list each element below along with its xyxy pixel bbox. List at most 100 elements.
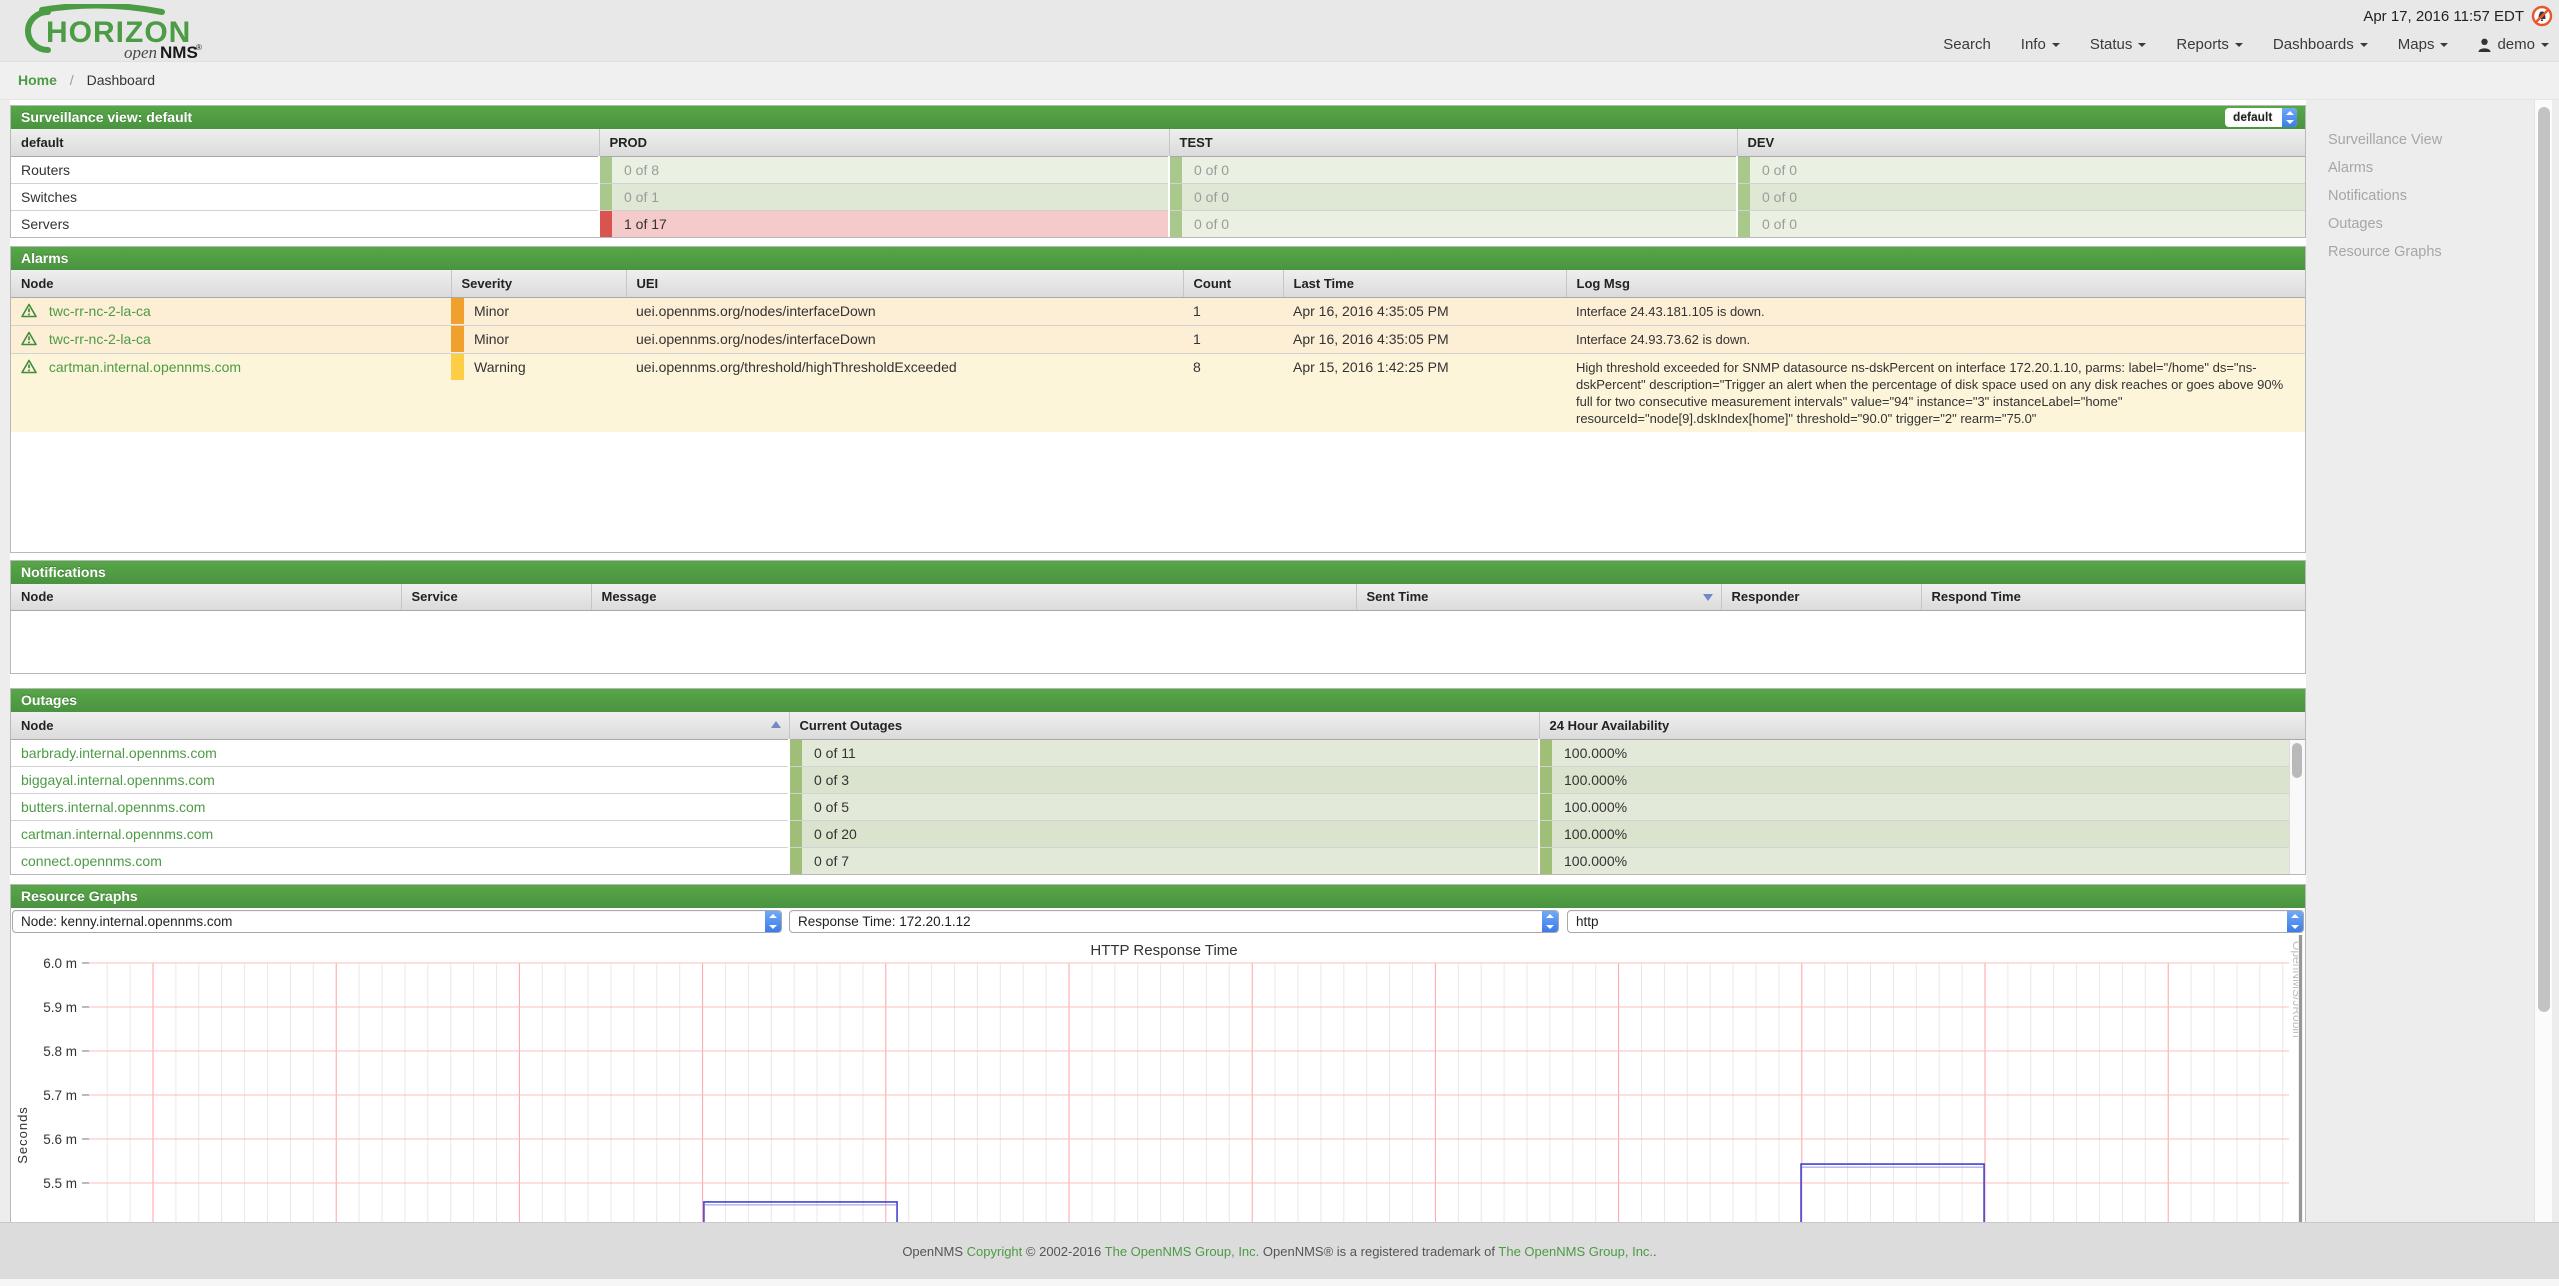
graph-type-select[interactable]: http: [1567, 910, 2304, 933]
select-spinner-icon: [2287, 911, 2303, 932]
sidebar-item-notifications[interactable]: Notifications: [2328, 188, 2442, 203]
status-strip: [1540, 767, 1552, 793]
page-bottom-strip: [0, 1279, 2559, 1286]
status-strip: [1540, 740, 1552, 766]
svg-text:5.8 m: 5.8 m: [43, 1044, 77, 1059]
surveillance-view-panel: Surveillance view: default default defau…: [10, 105, 2306, 238]
breadcrumb-home-link[interactable]: Home: [18, 72, 57, 88]
status-strip: [1170, 211, 1182, 237]
category-label: Routers: [11, 156, 599, 183]
breadcrumb-separator: /: [70, 72, 74, 88]
warning-triangle-icon: [21, 331, 37, 346]
svg-text:5.6 m: 5.6 m: [43, 1132, 77, 1147]
alarm-node-link[interactable]: twc-rr-nc-2-la-ca: [49, 331, 151, 347]
col-header-node[interactable]: Node: [11, 712, 789, 739]
svg-text:6.0 m: 6.0 m: [43, 956, 77, 971]
resource-select[interactable]: Response Time: 172.20.1.12: [789, 910, 1559, 933]
outages-scrollbar[interactable]: [2289, 740, 2305, 874]
col-header-current-outages: Current Outages: [789, 712, 1539, 739]
top-header: HORIZON open NMS ® Apr 17, 2016 11:57 ED…: [0, 0, 2559, 62]
alarm-severity-cell: Minor: [451, 325, 626, 353]
node-select[interactable]: Node: kenny.internal.opennms.com: [12, 910, 782, 933]
alarm-node-link[interactable]: cartman.internal.opennms.com: [49, 359, 241, 375]
scrollbar-thumb[interactable]: [2292, 743, 2302, 778]
footer-copyright-link[interactable]: Copyright: [967, 1244, 1023, 1259]
status-strip: [790, 848, 802, 874]
alarm-count-cell: 1: [1183, 325, 1283, 353]
nav-user-menu[interactable]: demo: [2478, 36, 2549, 53]
nav-info[interactable]: Info: [2021, 36, 2060, 53]
sidebar-item-resource-graphs[interactable]: Resource Graphs: [2328, 244, 2442, 259]
outage-row: biggayal.internal.opennms.com 0 of 3 100…: [11, 766, 2305, 793]
surveillance-cell-critical[interactable]: 1 of 17: [599, 210, 1169, 237]
sidebar-item-surveillance-view[interactable]: Surveillance View: [2328, 132, 2442, 147]
http-response-time-chart: 6.0 m5.9 m5.8 m5.7 m5.6 m5.5 mHTTP Respo…: [11, 935, 2305, 1222]
outage-node-link[interactable]: cartman.internal.opennms.com: [21, 826, 213, 842]
surveillance-cell[interactable]: 0 of 0: [1169, 183, 1737, 210]
outage-node-link[interactable]: connect.opennms.com: [21, 853, 162, 869]
page-footer: OpenNMS Copyright © 2002-2016 The OpenNM…: [0, 1222, 2559, 1279]
alarms-panel-header: Alarms: [11, 247, 2305, 270]
current-datetime: Apr 17, 2016 11:57 EDT: [2363, 8, 2524, 25]
surveillance-cell[interactable]: 0 of 8: [599, 156, 1169, 183]
status-strip: [1170, 157, 1182, 183]
surveillance-row: Routers 0 of 8 0 of 0 0 of 0: [11, 156, 2305, 183]
footer-group-link[interactable]: The OpenNMS Group, Inc.: [1105, 1244, 1260, 1259]
sort-asc-icon: [771, 721, 781, 728]
notifications-panel-header: Notifications: [11, 561, 2305, 584]
sidebar-item-outages[interactable]: Outages: [2328, 216, 2442, 231]
col-header-respond-time: Respond Time: [1921, 584, 2305, 611]
notices-off-icon[interactable]: [2531, 5, 2553, 27]
outage-node-link[interactable]: biggayal.internal.opennms.com: [21, 772, 215, 788]
alarm-row: cartman.internal.opennms.com Warning uei…: [11, 353, 2305, 432]
surveillance-cell[interactable]: 0 of 0: [1737, 210, 2305, 237]
surveillance-row: Switches 0 of 1 0 of 0 0 of 0: [11, 183, 2305, 210]
sidebar-item-alarms[interactable]: Alarms: [2328, 160, 2442, 175]
nav-maps[interactable]: Maps: [2398, 36, 2449, 53]
resource-graphs-panel: Resource Graphs Node: kenny.internal.ope…: [10, 884, 2306, 1222]
footer-text: .: [1653, 1244, 1657, 1259]
footer-group-link[interactable]: The OpenNMS Group, Inc.: [1498, 1244, 1653, 1259]
nav-status[interactable]: Status: [2090, 36, 2147, 53]
dashboard-sidebar: Surveillance View Alarms Notifications O…: [2328, 132, 2442, 272]
outage-node-link[interactable]: barbrady.internal.opennms.com: [21, 745, 217, 761]
col-header-sent-time[interactable]: Sent Time: [1356, 584, 1721, 611]
select-spinner-icon: [765, 911, 781, 932]
alarm-node-cell: twc-rr-nc-2-la-ca: [11, 297, 451, 325]
alarm-severity-cell: Minor: [451, 297, 626, 325]
nav-dashboards[interactable]: Dashboards: [2273, 36, 2368, 53]
outage-availability-cell: 100.000%: [1539, 793, 2305, 820]
surveillance-cell[interactable]: 0 of 0: [1169, 210, 1737, 237]
outage-node-cell: biggayal.internal.opennms.com: [11, 766, 789, 793]
nav-search[interactable]: Search: [1943, 36, 1991, 53]
alarms-empty-area: [11, 432, 2305, 552]
col-header-prod: PROD: [599, 129, 1169, 156]
status-strip: [1170, 184, 1182, 210]
outage-node-link[interactable]: butters.internal.opennms.com: [21, 799, 205, 815]
scrollbar-thumb[interactable]: [2538, 107, 2550, 1012]
svg-text:5.9 m: 5.9 m: [43, 1000, 77, 1015]
col-header-last-time: Last Time: [1283, 270, 1566, 297]
svg-text:NMS: NMS: [160, 43, 198, 60]
status-strip: [600, 184, 612, 210]
alarm-severity-cell: Warning: [451, 353, 626, 432]
svg-text:5.7 m: 5.7 m: [43, 1088, 77, 1103]
surveillance-cell[interactable]: 0 of 0: [1169, 156, 1737, 183]
status-strip: [600, 157, 612, 183]
outage-availability-cell: 100.000%: [1539, 739, 2305, 766]
resource-graph-selectors: Node: kenny.internal.opennms.com Respons…: [11, 908, 2305, 935]
alarm-last-time-cell: Apr 16, 2016 4:35:05 PM: [1283, 297, 1566, 325]
opennms-horizon-logo[interactable]: HORIZON open NMS ®: [12, 4, 262, 65]
header-right: Apr 17, 2016 11:57 EDT: [2363, 5, 2553, 27]
alarm-node-link[interactable]: twc-rr-nc-2-la-ca: [49, 303, 151, 319]
outage-current-cell: 0 of 3: [789, 766, 1539, 793]
outage-current-cell: 0 of 7: [789, 847, 1539, 874]
nav-reports[interactable]: Reports: [2176, 36, 2243, 53]
surveillance-view-select[interactable]: default: [2225, 108, 2297, 127]
alarm-uei-cell: uei.opennms.org/nodes/interfaceDown: [626, 297, 1183, 325]
surveillance-cell[interactable]: 0 of 0: [1737, 156, 2305, 183]
outages-panel: Outages Node Current Outages 24 Hour Ava…: [10, 688, 2306, 875]
surveillance-cell[interactable]: 0 of 1: [599, 183, 1169, 210]
surveillance-cell[interactable]: 0 of 0: [1737, 183, 2305, 210]
page-scrollbar[interactable]: [2534, 100, 2552, 1222]
